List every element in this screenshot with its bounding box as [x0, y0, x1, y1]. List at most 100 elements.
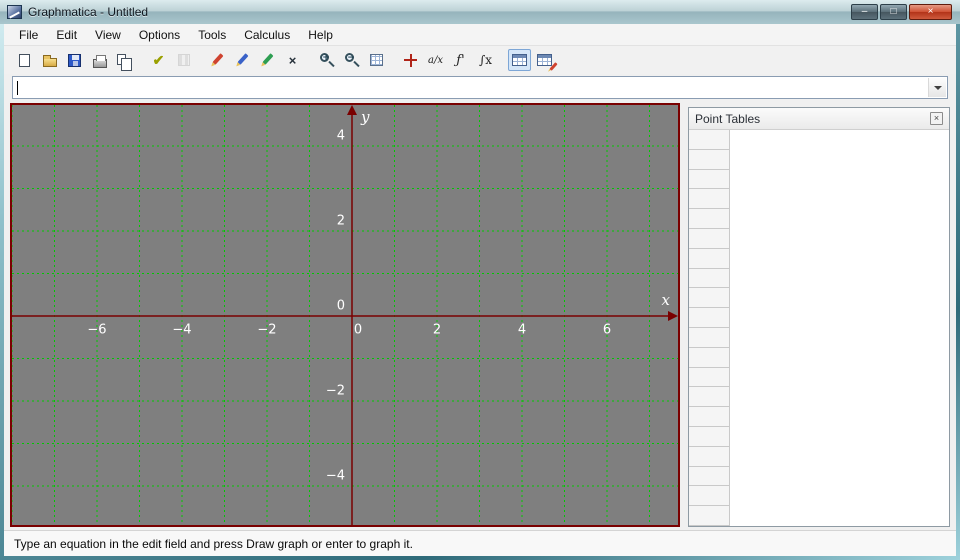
table-edit-icon [537, 54, 558, 71]
pen-icon [261, 52, 274, 65]
y-tick-label: 4 [336, 128, 345, 144]
menu-edit[interactable]: Edit [47, 25, 86, 45]
point-tables-header: Point Tables × [689, 108, 949, 130]
save-button[interactable] [63, 49, 86, 71]
table-row[interactable] [689, 268, 730, 289]
axes-cross-icon [404, 53, 417, 67]
menu-options[interactable]: Options [130, 25, 189, 45]
paste-data-button [172, 49, 195, 71]
menu-file[interactable]: File [10, 25, 47, 45]
table-row[interactable] [689, 209, 730, 229]
maximize-button[interactable]: □ [880, 4, 907, 20]
y-tick-label: 2 [336, 213, 345, 229]
menubar: File Edit View Options Tools Calculus He… [4, 24, 956, 46]
toolbar: ✔ × + − a/x ƒ' ∫x [4, 46, 956, 74]
point-tables-panel: Point Tables × [688, 107, 950, 527]
table-row[interactable] [689, 506, 730, 526]
zoom-in-icon: + [319, 52, 335, 68]
close-button[interactable]: × [909, 4, 952, 20]
point-table-body [689, 130, 949, 526]
evaluate-button[interactable]: a/x [424, 49, 447, 71]
menu-view[interactable]: View [86, 25, 130, 45]
table-row[interactable] [689, 169, 730, 190]
x-tick-label: 0 [353, 322, 363, 338]
print-button[interactable] [88, 49, 111, 71]
zoom-out-button[interactable]: − [340, 49, 363, 71]
panel-title: Point Tables [695, 111, 761, 126]
default-grid-range-button[interactable] [365, 49, 388, 71]
integrate-button[interactable]: ∫x [474, 49, 497, 71]
table-row[interactable] [689, 466, 730, 487]
status-text: Type an equation in the edit field and p… [14, 536, 413, 551]
menu-tools[interactable]: Tools [189, 25, 235, 45]
x-tick-label: −2 [257, 322, 277, 338]
table-row[interactable] [689, 248, 730, 269]
coordinate-cursor-button[interactable] [399, 49, 422, 71]
window-title: Graphmatica - Untitled [28, 5, 149, 19]
x-tick-label: −4 [172, 322, 192, 338]
table-row[interactable] [689, 367, 730, 388]
x-tick-label: 4 [517, 322, 527, 338]
table-row[interactable] [689, 387, 730, 408]
pen-icon [211, 52, 224, 65]
pen-icon [236, 52, 249, 65]
y-tick-label: −4 [325, 468, 345, 484]
draw-pen-3-button[interactable] [256, 49, 279, 71]
graph-labels: −6 −4 −2 0 2 4 6 4 2 0 −2 −4 x y [12, 105, 678, 525]
new-file-icon [19, 53, 30, 67]
edit-data-table-button[interactable] [533, 49, 558, 71]
menu-help[interactable]: Help [299, 25, 342, 45]
table-row[interactable] [689, 308, 730, 328]
table-row[interactable] [689, 228, 730, 249]
copy-button[interactable] [113, 49, 136, 71]
copy-icon [117, 53, 132, 71]
table-row[interactable] [689, 446, 730, 467]
draw-tangent-button[interactable]: ƒ' [449, 49, 472, 71]
minimize-button[interactable]: – [851, 4, 878, 20]
integral-icon: ∫x [478, 53, 493, 67]
open-file-button[interactable] [38, 49, 61, 71]
y-axis-label: y [361, 108, 370, 126]
x-axis-label: x [661, 291, 670, 309]
draw-pen-1-button[interactable] [206, 49, 229, 71]
panel-close-button[interactable]: × [930, 112, 943, 125]
checkmark-icon: ✔ [152, 51, 165, 68]
x-tick-label: 6 [602, 322, 612, 338]
table-row[interactable] [689, 189, 730, 210]
graph-area[interactable]: −6 −4 −2 0 2 4 6 4 2 0 −2 −4 x y [10, 103, 680, 527]
table-row[interactable] [689, 486, 730, 507]
app-icon [7, 5, 22, 19]
point-tables-button[interactable] [508, 49, 531, 71]
paste-data-icon [177, 54, 190, 66]
chevron-down-icon [933, 85, 942, 90]
fraction-icon: a/x [428, 54, 443, 66]
draw-graph-button[interactable]: ✔ [147, 49, 170, 71]
delete-graph-button[interactable]: × [281, 49, 304, 71]
table-row[interactable] [689, 426, 730, 447]
equation-input[interactable] [12, 76, 948, 99]
workspace: −6 −4 −2 0 2 4 6 4 2 0 −2 −4 x y Point Tables × [4, 102, 956, 530]
table-row[interactable] [689, 149, 730, 170]
x-tick-label: −6 [87, 322, 107, 338]
statusbar: Type an equation in the edit field and p… [4, 530, 956, 556]
menu-calculus[interactable]: Calculus [235, 25, 299, 45]
new-file-button[interactable] [13, 49, 36, 71]
table-icon [512, 54, 527, 66]
table-row[interactable] [689, 347, 730, 368]
equation-dropdown-button[interactable] [928, 78, 946, 97]
delete-x-icon: × [288, 52, 297, 68]
text-caret [17, 80, 18, 95]
y-tick-label: 0 [336, 298, 345, 314]
table-row[interactable] [689, 407, 730, 427]
table-row[interactable] [689, 327, 730, 348]
open-folder-icon [42, 54, 57, 67]
draw-pen-2-button[interactable] [231, 49, 254, 71]
titlebar: Graphmatica - Untitled – □ × [0, 0, 960, 24]
tangent-icon: ƒ' [456, 52, 465, 68]
printer-icon [92, 54, 107, 68]
table-row[interactable] [689, 288, 730, 309]
zoom-in-button[interactable]: + [315, 49, 338, 71]
window-controls: – □ × [851, 4, 952, 20]
table-row[interactable] [689, 130, 730, 150]
x-tick-label: 2 [432, 322, 442, 338]
